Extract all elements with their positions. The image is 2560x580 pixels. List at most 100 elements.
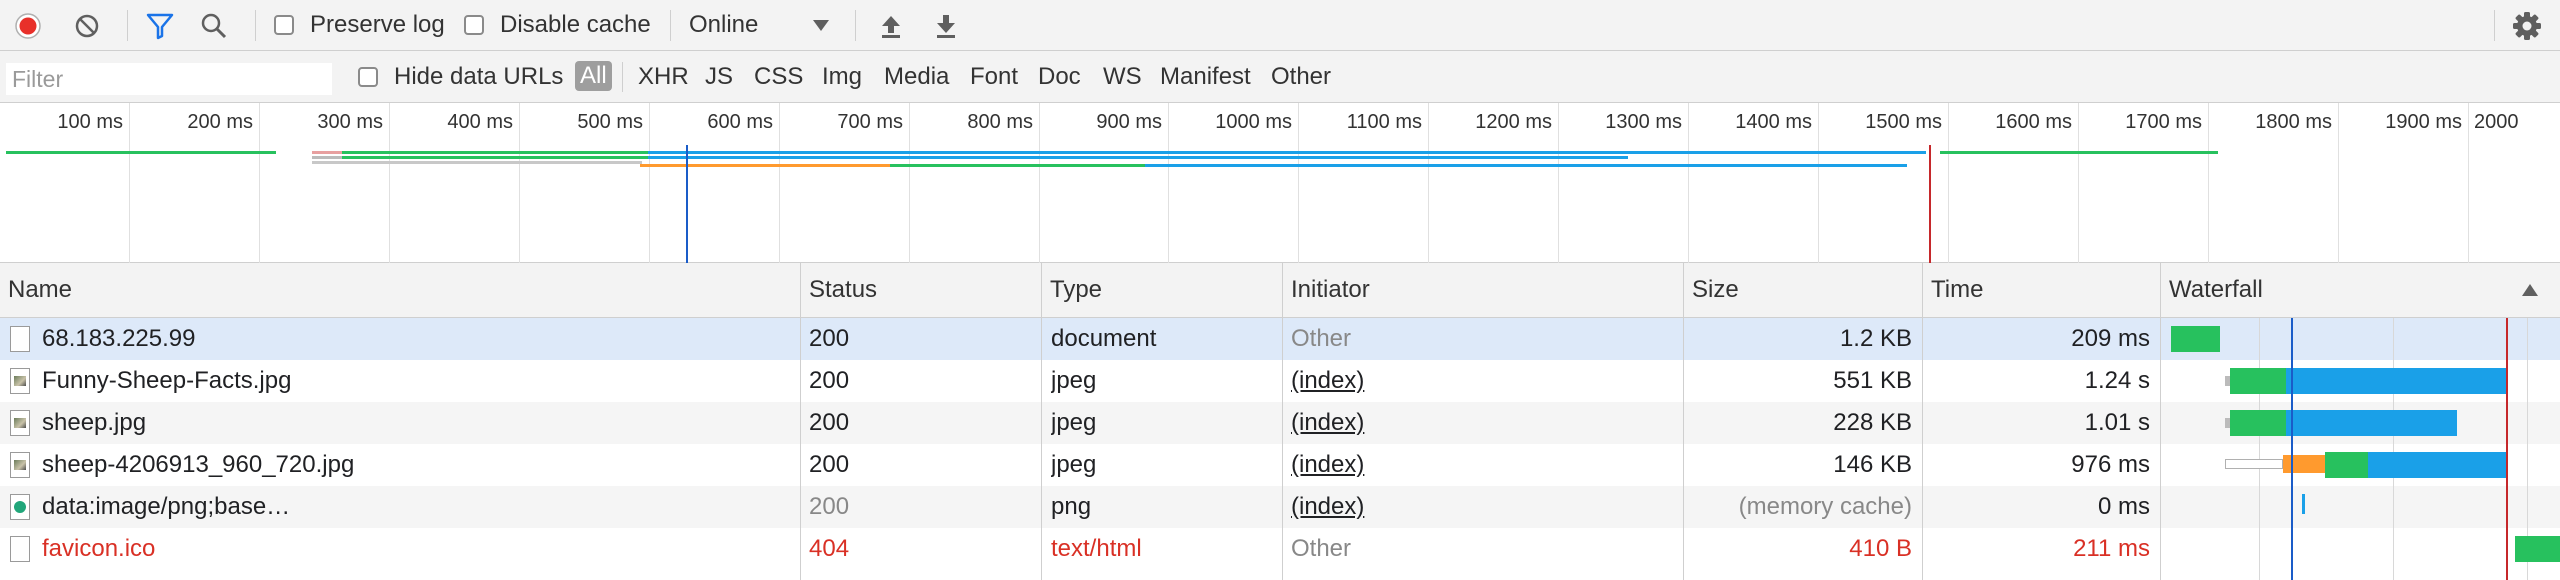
- throttling-select[interactable]: Online: [689, 11, 758, 39]
- data-image-icon: [10, 494, 30, 520]
- import-har-icon[interactable]: [876, 11, 906, 41]
- column-header-name[interactable]: Name: [0, 263, 800, 318]
- request-type: jpeg: [1051, 367, 1097, 394]
- request-status: 404: [809, 535, 850, 562]
- network-request-table: Name Status Type Initiator Size Time Wat…: [0, 263, 2560, 580]
- request-type: jpeg: [1051, 409, 1097, 436]
- request-size: 1.2 KB: [1839, 325, 1912, 352]
- request-name: Funny-Sheep-Facts.jpg: [42, 367, 292, 394]
- clear-icon[interactable]: [74, 13, 100, 39]
- overview-gridline: [1688, 103, 1689, 263]
- overview-bar: [312, 161, 642, 164]
- load-event-marker: [1929, 145, 1931, 263]
- request-name: sheep-4206913_960_720.jpg: [42, 451, 355, 478]
- type-filter-all[interactable]: All: [575, 61, 612, 91]
- type-filter-js[interactable]: JS: [705, 63, 733, 91]
- filter-icon[interactable]: [145, 12, 175, 40]
- waterfall-waiting-bar: [2325, 452, 2368, 478]
- type-filter-ws[interactable]: WS: [1103, 63, 1142, 91]
- image-icon: [10, 368, 30, 394]
- column-header-status[interactable]: Status: [801, 263, 1041, 318]
- disable-cache-checkbox[interactable]: [464, 15, 484, 35]
- column-header-waterfall[interactable]: Waterfall: [2161, 263, 2560, 318]
- column-divider[interactable]: [1922, 263, 1923, 580]
- image-icon: [10, 452, 30, 478]
- timeline-overview[interactable]: 100 ms 200 ms 300 ms 400 ms 500 ms 600 m…: [0, 103, 2560, 263]
- overview-gridline: [909, 103, 910, 263]
- document-icon: [10, 326, 30, 352]
- overview-tick-label: 1600 ms: [1995, 111, 2072, 133]
- toolbar-divider: [670, 10, 671, 41]
- request-initiator-link[interactable]: (index): [1291, 367, 1364, 395]
- column-header-size[interactable]: Size: [1684, 263, 1922, 318]
- type-filter-manifest[interactable]: Manifest: [1160, 63, 1251, 91]
- toolbar-divider: [2494, 10, 2495, 41]
- column-divider[interactable]: [1282, 263, 1283, 580]
- overview-gridline: [1428, 103, 1429, 263]
- overview-gridline: [1558, 103, 1559, 263]
- request-size: 146 KB: [1833, 451, 1912, 478]
- overview-gridline: [2078, 103, 2079, 263]
- column-header-time[interactable]: Time: [1923, 263, 2160, 318]
- type-filter-media[interactable]: Media: [884, 63, 949, 91]
- overview-gridline: [1818, 103, 1819, 263]
- column-divider[interactable]: [1683, 263, 1684, 580]
- overview-gridline: [389, 103, 390, 263]
- overview-gridline: [2468, 103, 2469, 263]
- type-filter-xhr[interactable]: XHR: [638, 63, 689, 91]
- waterfall-waiting-bar: [2171, 326, 2220, 352]
- sort-ascending-icon[interactable]: [2521, 283, 2539, 302]
- overview-bar: [1145, 164, 1907, 167]
- record-icon[interactable]: [14, 12, 42, 40]
- request-status: 200: [809, 451, 850, 478]
- request-type: png: [1051, 493, 1092, 520]
- dom-content-loaded-marker: [686, 145, 688, 263]
- filter-input[interactable]: [6, 63, 332, 95]
- request-initiator-link[interactable]: (index): [1291, 409, 1364, 437]
- overview-tick-label: 1700 ms: [2125, 111, 2202, 133]
- request-status: 200: [809, 493, 850, 520]
- type-filter-font[interactable]: Font: [970, 63, 1018, 91]
- image-icon: [10, 410, 30, 436]
- waterfall-stalled-bar: [2283, 455, 2325, 473]
- overview-tick-label: 300 ms: [317, 111, 383, 133]
- export-har-icon[interactable]: [931, 11, 961, 41]
- waterfall-area[interactable]: [2161, 318, 2560, 580]
- type-filter-css[interactable]: CSS: [754, 63, 803, 91]
- request-time: 211 ms: [2073, 535, 2150, 562]
- type-filter-img[interactable]: Img: [822, 63, 862, 91]
- waterfall-waiting-bar: [2230, 368, 2286, 394]
- request-name: favicon.ico: [42, 535, 156, 562]
- network-toolbar: Preserve log Disable cache Online: [0, 0, 2560, 51]
- document-icon: [10, 536, 30, 562]
- overview-gridline: [1168, 103, 1169, 263]
- request-name: sheep.jpg: [42, 409, 147, 436]
- column-header-initiator[interactable]: Initiator: [1283, 263, 1683, 318]
- waterfall-download-bar: [2368, 452, 2506, 478]
- overview-gridline: [2208, 103, 2209, 263]
- hide-data-urls-checkbox[interactable]: [358, 67, 378, 87]
- overview-tick-label: 500 ms: [577, 111, 643, 133]
- overview-tick-label: 2000: [2474, 111, 2519, 133]
- overview-gridline: [129, 103, 130, 263]
- waterfall-queue-bar: [2225, 459, 2283, 469]
- disable-cache-label: Disable cache: [500, 11, 651, 38]
- overview-tick-label: 1900 ms: [2385, 111, 2462, 133]
- gear-icon[interactable]: [2511, 10, 2543, 42]
- filter-divider: [622, 62, 623, 92]
- load-event-marker: [2506, 318, 2508, 580]
- overview-tick-label: 200 ms: [187, 111, 253, 133]
- column-header-type[interactable]: Type: [1042, 263, 1282, 318]
- chevron-down-icon[interactable]: [810, 16, 832, 34]
- preserve-log-checkbox[interactable]: [274, 15, 294, 35]
- request-initiator: Other: [1291, 535, 1352, 562]
- type-filter-other[interactable]: Other: [1271, 63, 1331, 91]
- column-divider[interactable]: [800, 263, 801, 580]
- overview-tick-label: 1400 ms: [1735, 111, 1812, 133]
- overview-gridline: [779, 103, 780, 263]
- column-divider[interactable]: [1041, 263, 1042, 580]
- request-initiator-link[interactable]: (index): [1291, 493, 1364, 521]
- request-initiator-link[interactable]: (index): [1291, 451, 1364, 479]
- search-icon[interactable]: [200, 12, 228, 40]
- type-filter-doc[interactable]: Doc: [1038, 63, 1081, 91]
